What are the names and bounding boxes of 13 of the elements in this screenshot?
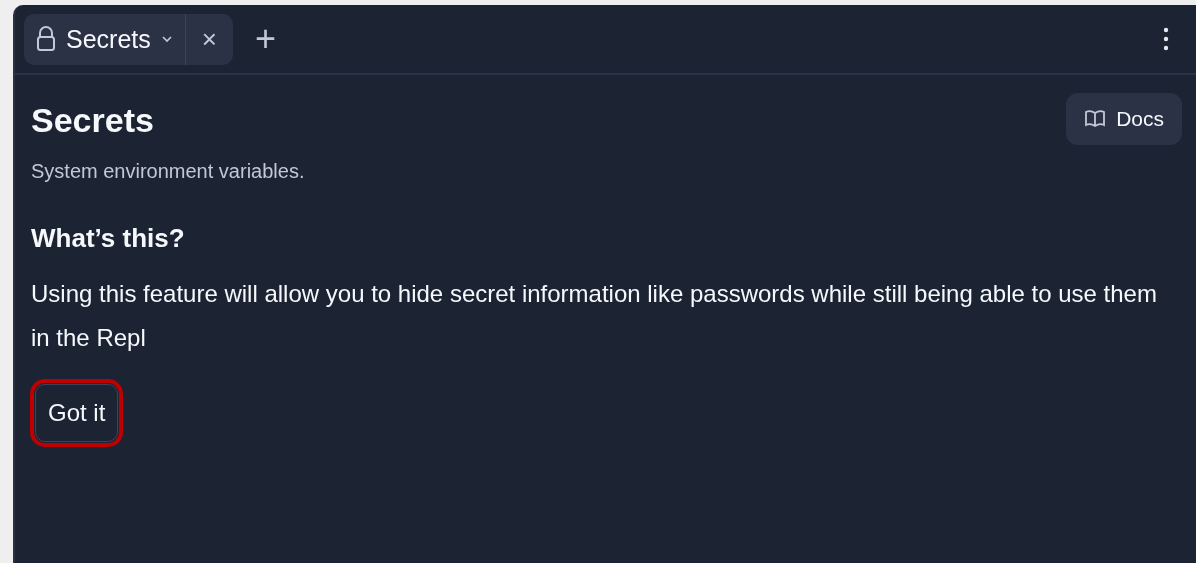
lock-icon	[36, 26, 56, 52]
page-title: Secrets	[31, 101, 155, 140]
tab[interactable]: Secrets ×	[24, 13, 233, 65]
section-heading: What’s this?	[31, 223, 186, 254]
page-subtitle: System environment variables.	[31, 160, 305, 183]
close-tab-button[interactable]: ×	[185, 13, 233, 65]
info-text: Using this feature will allow you to hide secret information like passwords while still being able to use them in the Repl	[31, 279, 1158, 353]
chevron-down-icon	[160, 35, 173, 43]
book-icon	[1084, 109, 1107, 129]
tab-label: Secrets	[66, 24, 151, 54]
new-tab-button[interactable]: +	[246, 18, 284, 60]
docs-button[interactable]: Docs	[1066, 93, 1182, 145]
more-options-icon[interactable]	[1163, 27, 1169, 51]
